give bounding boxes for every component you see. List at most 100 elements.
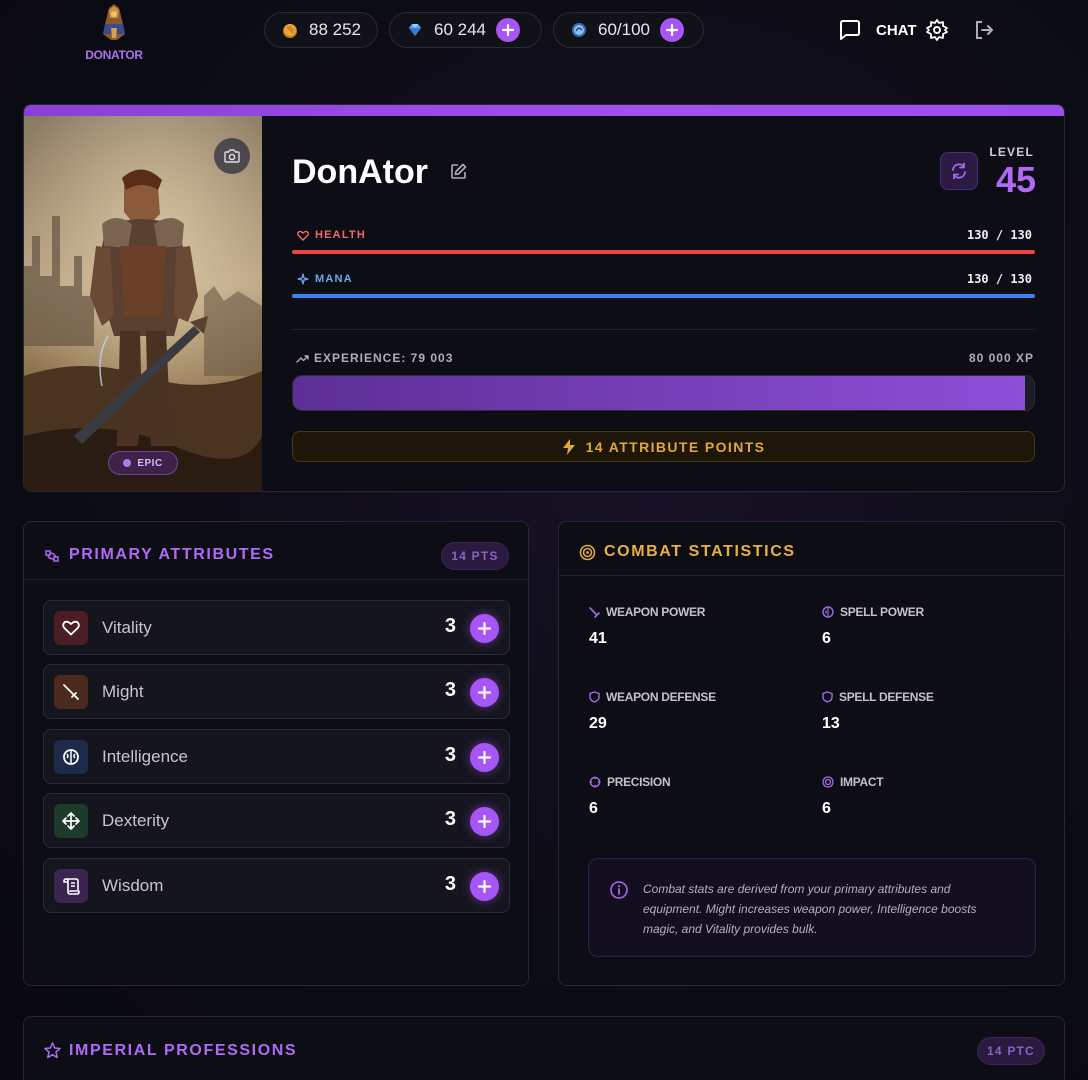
energy-orb-icon bbox=[572, 23, 586, 37]
refresh-button[interactable] bbox=[940, 152, 978, 190]
plus-icon bbox=[478, 686, 491, 699]
refresh-icon bbox=[952, 162, 966, 180]
top-right-actions: CHAT bbox=[838, 16, 995, 44]
mana-label: MANA bbox=[297, 273, 353, 285]
gold-amount: 88 252 bbox=[309, 20, 361, 39]
experience-bar bbox=[292, 375, 1035, 411]
increase-might-button[interactable] bbox=[470, 678, 499, 707]
camera-icon bbox=[224, 149, 240, 163]
might-icon-box bbox=[54, 675, 88, 709]
heart-icon bbox=[62, 620, 80, 636]
mana-value: 130 / 130 bbox=[966, 272, 1032, 286]
experience-bar-fill bbox=[293, 376, 1025, 410]
stat-label: SPELL DEFENSE bbox=[839, 690, 934, 704]
stat-value: 13 bbox=[822, 715, 840, 732]
attribute-name: Dexterity bbox=[102, 811, 170, 830]
combat-info-box: Combat stats are derived from your prima… bbox=[588, 858, 1036, 957]
spell-icon bbox=[822, 606, 834, 618]
mana-label-text: MANA bbox=[315, 273, 353, 285]
imperial-professions-panel: IMPERIAL PROFESSIONS 14 PTC bbox=[23, 1016, 1065, 1080]
stat-value: 29 bbox=[589, 715, 607, 732]
attribute-row-dexterity: Dexterity 3 bbox=[43, 793, 510, 848]
logo[interactable]: DONATOR bbox=[84, 2, 144, 62]
stat-spell-defense: SPELL DEFENSE 13 bbox=[822, 690, 1022, 733]
rarity-label: EPIC bbox=[137, 457, 163, 469]
chat-icon[interactable] bbox=[838, 18, 862, 42]
primary-attributes-title: PRIMARY ATTRIBUTES bbox=[69, 546, 275, 563]
logo-text: DONATOR bbox=[85, 48, 143, 62]
edit-name-icon[interactable] bbox=[450, 163, 467, 180]
gems-amount: 60 244 bbox=[434, 20, 486, 39]
increase-dexterity-button[interactable] bbox=[470, 807, 499, 836]
mana-bar bbox=[292, 294, 1035, 298]
stat-spell-power: SPELL POWER 6 bbox=[822, 605, 1022, 648]
plus-icon bbox=[478, 880, 491, 893]
trending-up-icon bbox=[296, 354, 309, 363]
character-portrait: EPIC bbox=[24, 116, 262, 491]
attribute-name: Vitality bbox=[102, 618, 152, 637]
divider bbox=[292, 329, 1035, 330]
plus-icon bbox=[478, 751, 491, 764]
stat-weapon-defense: WEAPON DEFENSE 29 bbox=[589, 690, 789, 733]
gold-counter[interactable]: 88 252 bbox=[264, 12, 378, 48]
attributes-icon bbox=[45, 550, 59, 562]
attribute-value: 3 bbox=[444, 744, 456, 766]
energy-counter: 60/100 bbox=[553, 12, 704, 48]
vitality-icon-box bbox=[54, 611, 88, 645]
primary-attributes-panel: PRIMARY ATTRIBUTES 14 PTS Vitality 3 Mig… bbox=[23, 521, 529, 986]
move-icon bbox=[62, 812, 80, 830]
combat-statistics-header: COMBAT STATISTICS bbox=[559, 522, 1064, 576]
attribute-points-label: 14 ATTRIBUTE POINTS bbox=[585, 438, 766, 455]
gear-icon[interactable] bbox=[925, 18, 949, 42]
shield-icon bbox=[822, 691, 833, 703]
gold-coin-icon bbox=[283, 24, 297, 38]
top-bar: DONATOR 88 252 60 244 60/100 CHAT bbox=[0, 0, 1088, 62]
stat-label: PRECISION bbox=[607, 775, 671, 789]
crosshair-icon bbox=[589, 776, 601, 788]
card-accent-bar bbox=[24, 105, 1064, 116]
character-card: EPIC DonAtor LEVEL 45 HEALTH 130 / 130 M… bbox=[23, 104, 1065, 492]
target-icon bbox=[822, 776, 834, 788]
profession-points-badge: 14 PTC bbox=[977, 1037, 1045, 1065]
add-gems-button[interactable] bbox=[496, 18, 520, 42]
mana-sparkle-icon bbox=[297, 273, 309, 285]
dexterity-icon-box bbox=[54, 804, 88, 838]
experience-label: EXPERIENCE: 79 003 bbox=[296, 351, 453, 365]
change-portrait-button[interactable] bbox=[214, 138, 250, 174]
level-label: LEVEL bbox=[989, 145, 1034, 159]
star-icon bbox=[44, 1042, 61, 1059]
brain-icon bbox=[63, 749, 79, 765]
add-energy-button[interactable] bbox=[660, 18, 684, 42]
attribute-points-badge: 14 PTS bbox=[441, 542, 509, 570]
attribute-row-intelligence: Intelligence 3 bbox=[43, 729, 510, 784]
increase-intelligence-button[interactable] bbox=[470, 743, 499, 772]
stat-weapon-power: WEAPON POWER 41 bbox=[589, 605, 789, 648]
attribute-value: 3 bbox=[444, 679, 456, 701]
experience-max: 80 000 XP bbox=[968, 351, 1034, 365]
plus-icon bbox=[478, 622, 491, 635]
health-bar bbox=[292, 250, 1035, 254]
logout-icon[interactable] bbox=[973, 19, 995, 41]
increase-vitality-button[interactable] bbox=[470, 614, 499, 643]
attribute-value: 3 bbox=[444, 808, 456, 830]
stat-label: IMPACT bbox=[840, 775, 884, 789]
attribute-row-might: Might 3 bbox=[43, 664, 510, 719]
stat-label: WEAPON POWER bbox=[606, 605, 706, 619]
stat-label: WEAPON DEFENSE bbox=[606, 690, 716, 704]
plus-icon bbox=[478, 815, 491, 828]
character-name: DonAtor bbox=[292, 153, 428, 191]
chat-button-label[interactable]: CHAT bbox=[876, 22, 917, 39]
intelligence-icon-box bbox=[54, 740, 88, 774]
mana-bar-fill bbox=[292, 294, 1035, 298]
plus-icon bbox=[666, 24, 678, 36]
target-icon bbox=[579, 544, 596, 561]
attribute-value: 3 bbox=[444, 873, 456, 895]
increase-wisdom-button[interactable] bbox=[470, 872, 499, 901]
attribute-row-wisdom: Wisdom 3 bbox=[43, 858, 510, 913]
gems-counter: 60 244 bbox=[389, 12, 542, 48]
wisdom-icon-box bbox=[54, 869, 88, 903]
heart-icon bbox=[297, 230, 309, 241]
combat-statistics-title: COMBAT STATISTICS bbox=[604, 543, 796, 560]
attribute-points-button[interactable]: 14 ATTRIBUTE POINTS bbox=[292, 431, 1035, 462]
stat-value: 6 bbox=[822, 630, 831, 647]
